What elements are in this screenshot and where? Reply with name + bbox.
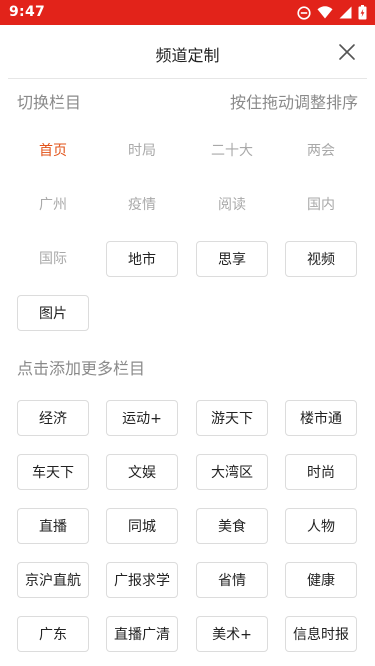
add-channel-chip[interactable]: 大湾区 bbox=[196, 454, 268, 490]
do-not-disturb-icon bbox=[297, 5, 311, 20]
my-channel-chip[interactable]: 国际 bbox=[17, 241, 89, 277]
status-time: 9:47 bbox=[9, 4, 46, 20]
add-channel-chip[interactable]: 经济 bbox=[17, 400, 89, 436]
my-channel-chip[interactable]: 二十大 bbox=[196, 133, 268, 169]
my-channel-chip[interactable]: 时局 bbox=[106, 133, 178, 169]
status-icons bbox=[297, 4, 367, 21]
add-channel-chip[interactable]: 楼市通 bbox=[285, 400, 357, 436]
my-channel-chip[interactable]: 国内 bbox=[285, 187, 357, 223]
add-channel-chip[interactable]: 游天下 bbox=[196, 400, 268, 436]
my-channel-chip[interactable]: 图片 bbox=[17, 295, 89, 331]
my-channels-title: 切换栏目 bbox=[17, 93, 82, 112]
add-channel-chip[interactable]: 车天下 bbox=[17, 454, 89, 490]
add-channel-chip[interactable]: 同城 bbox=[106, 508, 178, 544]
add-channel-chip[interactable]: 运动+ bbox=[106, 400, 178, 436]
header: 频道定制 bbox=[0, 25, 375, 78]
add-channel-chip[interactable]: 美食 bbox=[196, 508, 268, 544]
add-channel-chip[interactable]: 美术+ bbox=[196, 616, 268, 652]
close-icon[interactable] bbox=[337, 42, 357, 62]
more-channels-header: 点击添加更多栏目 bbox=[17, 355, 358, 379]
add-channel-chip[interactable]: 直播 bbox=[17, 508, 89, 544]
more-channels-title: 点击添加更多栏目 bbox=[17, 359, 146, 378]
my-channels-header: 切换栏目 按住拖动调整排序 bbox=[17, 89, 358, 113]
add-channel-chip[interactable]: 广报求学 bbox=[106, 562, 178, 598]
my-channel-chip[interactable]: 思享 bbox=[196, 241, 268, 277]
add-channel-chip[interactable]: 直播广清 bbox=[106, 616, 178, 652]
my-channel-chip[interactable]: 阅读 bbox=[196, 187, 268, 223]
my-channel-chip[interactable]: 视频 bbox=[285, 241, 357, 277]
my-channel-chip[interactable]: 地市 bbox=[106, 241, 178, 277]
my-channel-chip[interactable]: 广州 bbox=[17, 187, 89, 223]
add-channel-chip[interactable]: 时尚 bbox=[285, 454, 357, 490]
add-channel-chip[interactable]: 广东 bbox=[17, 616, 89, 652]
add-channel-chip[interactable]: 文娱 bbox=[106, 454, 178, 490]
add-channel-chip[interactable]: 省情 bbox=[196, 562, 268, 598]
signal-icon bbox=[339, 6, 352, 19]
my-channel-chip[interactable]: 首页 bbox=[17, 133, 89, 169]
add-channel-chip[interactable]: 信息时报 bbox=[285, 616, 357, 652]
battery-icon bbox=[358, 5, 367, 20]
my-channel-chip[interactable]: 两会 bbox=[285, 133, 357, 169]
status-bar: 9:47 bbox=[0, 0, 375, 25]
my-channel-chip[interactable]: 疫情 bbox=[106, 187, 178, 223]
drag-sort-hint: 按住拖动调整排序 bbox=[229, 93, 358, 112]
add-channel-chip[interactable]: 健康 bbox=[285, 562, 357, 598]
add-channel-chip[interactable]: 京沪直航 bbox=[17, 562, 89, 598]
add-channel-chip[interactable]: 人物 bbox=[285, 508, 357, 544]
wifi-icon bbox=[317, 6, 333, 19]
page-title: 频道定制 bbox=[155, 46, 220, 65]
header-divider bbox=[8, 78, 367, 79]
